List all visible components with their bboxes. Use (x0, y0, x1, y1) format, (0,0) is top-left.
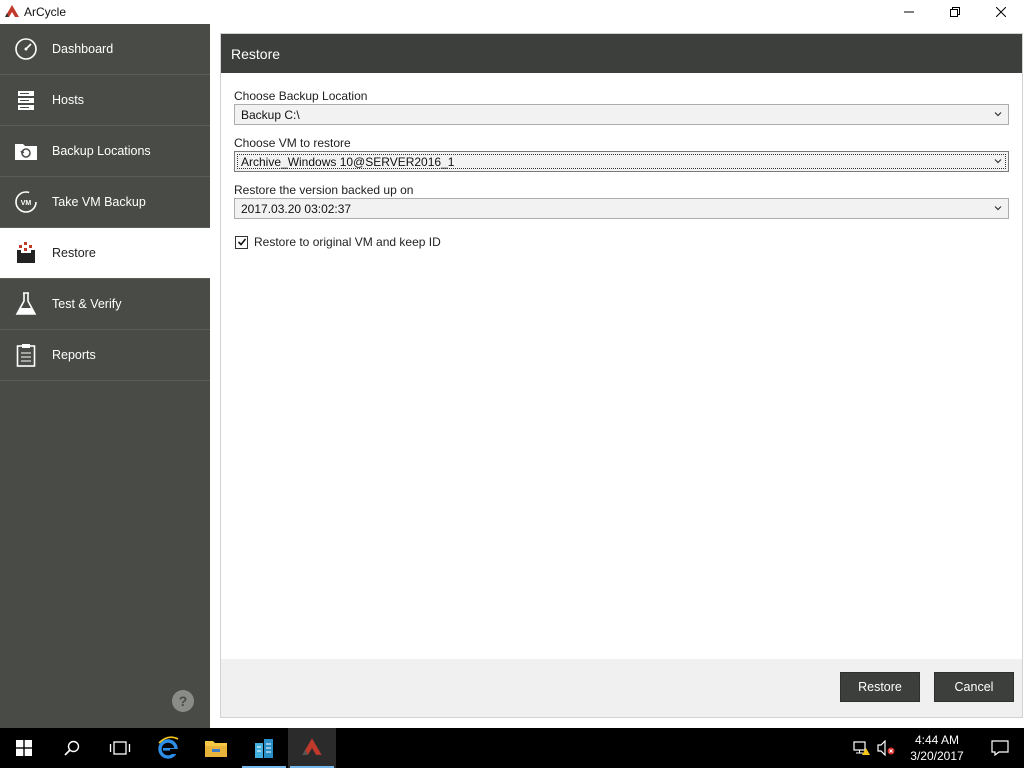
sidebar-item-label: Dashboard (52, 42, 114, 56)
minimize-button[interactable] (886, 0, 932, 24)
vm-label: Choose VM to restore (234, 136, 351, 150)
server-manager-icon (255, 739, 273, 758)
volume-muted-icon (877, 740, 895, 756)
server-rack-icon (13, 87, 39, 113)
keep-id-row: Restore to original VM and keep ID (235, 235, 441, 249)
vm-value: Archive_Windows 10@SERVER2016_1 (241, 154, 455, 169)
chevron-down-icon (994, 206, 1002, 211)
sidebar-item-restore[interactable]: Restore (0, 228, 210, 279)
task-view-button[interactable] (96, 728, 144, 768)
edge-browser-button[interactable] (144, 728, 192, 768)
svg-text:VM: VM (21, 200, 32, 207)
flask-icon (13, 291, 39, 317)
taskbar-clock[interactable]: 4:44 AM 3/20/2017 (898, 732, 976, 764)
chevron-down-icon (994, 112, 1002, 117)
sidebar-item-take-vm-backup[interactable]: VM Take VM Backup (0, 177, 210, 228)
restore-window-icon (950, 7, 960, 17)
close-window-button[interactable] (978, 0, 1024, 24)
vm-select[interactable]: Archive_Windows 10@SERVER2016_1 (234, 151, 1009, 172)
window-title: ArCycle (24, 5, 67, 19)
restore-panel: Restore Choose Backup Location Backup C:… (220, 33, 1023, 718)
system-tray: 4:44 AM 3/20/2017 (850, 728, 1024, 768)
sidebar-item-reports[interactable]: Reports (0, 330, 210, 381)
clipboard-icon (13, 342, 39, 368)
backup-location-label: Choose Backup Location (234, 89, 368, 103)
restore-icon (13, 240, 39, 266)
panel-footer: Restore Cancel (221, 659, 1022, 717)
folder-backup-icon (13, 138, 39, 164)
arcycle-taskbar-button[interactable] (288, 728, 336, 768)
search-icon (64, 740, 80, 756)
sidebar-item-dashboard[interactable]: Dashboard (0, 24, 210, 75)
close-icon (996, 7, 1006, 17)
sidebar-item-backup-locations[interactable]: Backup Locations (0, 126, 210, 177)
sidebar-item-label: Test & Verify (52, 297, 122, 311)
cancel-button[interactable]: Cancel (934, 672, 1014, 702)
sidebar-item-label: Take VM Backup (52, 195, 146, 209)
window-controls (886, 0, 1024, 24)
sidebar-nav: Dashboard Hosts Backup Locations VM Take… (0, 24, 210, 728)
sidebar-item-label: Reports (52, 348, 96, 362)
sidebar-item-label: Backup Locations (52, 144, 151, 158)
page-title: Restore (231, 45, 281, 62)
version-value: 2017.03.20 03:02:37 (241, 201, 352, 216)
start-button[interactable] (0, 728, 48, 768)
title-bar: ArCycle (0, 0, 1024, 24)
windows-logo-icon (16, 740, 32, 756)
clock-time: 4:44 AM (914, 733, 960, 747)
folder-icon (205, 741, 227, 757)
file-explorer-button[interactable] (192, 728, 240, 768)
restore-button[interactable]: Restore (840, 672, 920, 702)
network-warning-icon (853, 741, 870, 755)
checkmark-icon (237, 238, 246, 246)
sidebar-item-hosts[interactable]: Hosts (0, 75, 210, 126)
minimize-icon (904, 11, 914, 13)
help-button[interactable]: ? (172, 690, 194, 712)
arcycle-logo-icon (302, 738, 322, 755)
taskbar: 4:44 AM 3/20/2017 (0, 728, 1024, 768)
internet-explorer-icon (158, 736, 179, 759)
network-status-button[interactable] (850, 728, 874, 768)
version-select[interactable]: 2017.03.20 03:02:37 (234, 198, 1009, 219)
keep-id-label[interactable]: Restore to original VM and keep ID (254, 235, 441, 249)
sidebar-item-test-verify[interactable]: Test & Verify (0, 279, 210, 330)
restore-window-button[interactable] (932, 0, 978, 24)
action-center-button[interactable] (976, 728, 1024, 768)
clock-date: 3/20/2017 (910, 749, 964, 763)
help-icon: ? (178, 693, 188, 709)
keep-id-checkbox[interactable] (235, 235, 248, 249)
chevron-down-icon (994, 159, 1002, 164)
backup-location-select[interactable]: Backup C:\ (234, 104, 1009, 125)
sidebar-item-label: Restore (52, 246, 96, 260)
search-button[interactable] (48, 728, 96, 768)
backup-location-value: Backup C:\ (241, 107, 300, 122)
panel-header: Restore (221, 34, 1022, 73)
sidebar-item-label: Hosts (52, 93, 84, 107)
dashboard-gauge-icon (13, 36, 39, 62)
vm-backup-icon: VM (13, 189, 39, 215)
volume-button[interactable] (874, 728, 898, 768)
arcycle-logo-icon (4, 4, 20, 20)
version-label: Restore the version backed up on (234, 183, 414, 197)
server-manager-button[interactable] (240, 728, 288, 768)
notification-icon (991, 740, 1009, 756)
task-view-icon (109, 741, 131, 755)
